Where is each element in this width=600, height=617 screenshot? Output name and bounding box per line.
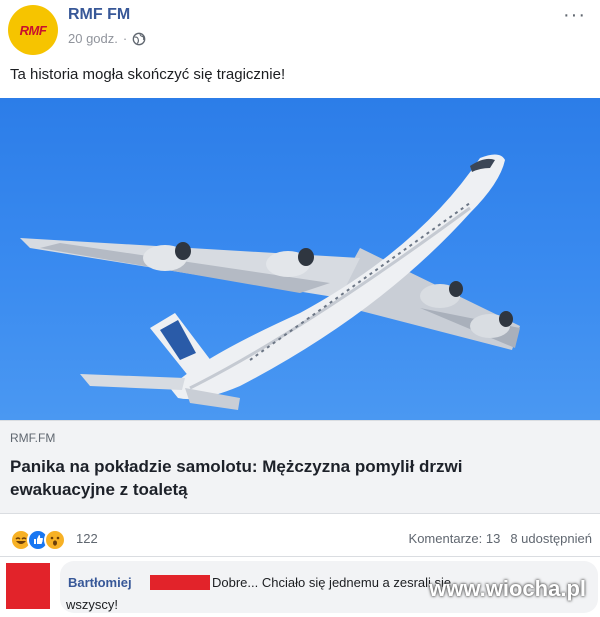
watermark: www.wiocha.pl	[429, 576, 586, 601]
post-text: Ta historia mogła skończyć się tragiczni…	[10, 66, 286, 83]
reaction-icons[interactable]	[10, 529, 66, 551]
commenter-avatar[interactable]	[6, 563, 50, 609]
page-name-link[interactable]: RMF FM	[68, 6, 130, 24]
comment-author[interactable]: Bartłomiej	[68, 575, 132, 590]
post-timestamp[interactable]: 20 godz.	[68, 31, 118, 46]
comment-text-line2: wszyscy!	[66, 597, 118, 612]
post-meta: 20 godz. ·	[68, 31, 146, 46]
page-avatar[interactable]: RMF	[8, 5, 58, 55]
comment-text-line1: Dobre... Chciało się jednemu a zesrali s…	[212, 575, 452, 590]
post-stats: Komentarze: 13 8 udostępnień	[409, 531, 592, 546]
shares-count[interactable]: 8 udostępnień	[510, 531, 592, 546]
wow-emoji-icon	[44, 529, 66, 551]
reactions-bar: 122 Komentarze: 13 8 udostępnień	[0, 524, 600, 556]
reaction-count[interactable]: 122	[76, 531, 98, 546]
comments-count[interactable]: Komentarze: 13	[409, 531, 501, 546]
globe-icon	[132, 32, 146, 45]
post-header: RMF RMF FM 20 godz. · ···	[0, 0, 600, 60]
link-title[interactable]: Panika na pokładzie samolotu: Mężczyzna …	[10, 455, 570, 501]
link-domain: RMF.FM	[10, 431, 56, 445]
link-preview-box[interactable]: RMF.FM Panika na pokładzie samolotu: Męż…	[0, 420, 600, 514]
airplane-image	[20, 154, 520, 410]
meta-separator: ·	[122, 31, 128, 46]
more-options-button[interactable]: ···	[563, 4, 586, 27]
link-preview-image[interactable]	[0, 98, 600, 420]
redaction-bar	[150, 575, 210, 590]
logo-text: RMF	[19, 22, 47, 38]
